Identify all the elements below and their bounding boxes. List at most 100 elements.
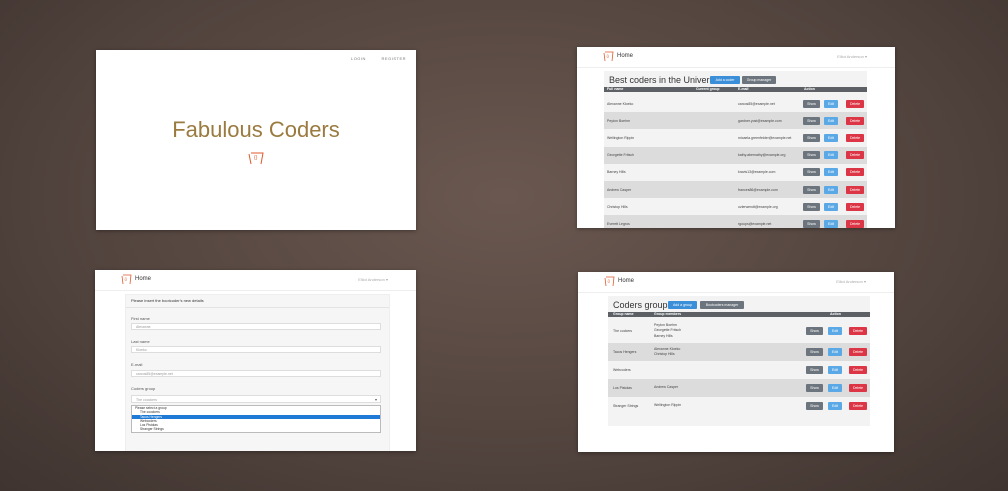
register-link[interactable]: REGISTER [382, 56, 406, 61]
table-row: Georgette Fritsch kathy.abernathy@example… [604, 146, 867, 164]
delete-button[interactable]: Delete [846, 151, 864, 160]
table-row: Webcoders Show Edit Delete [608, 361, 870, 379]
show-button[interactable]: Show [806, 366, 823, 374]
show-button[interactable]: Show [803, 116, 820, 125]
group-member: Christop Hills [654, 352, 675, 356]
group-name: Stranger Strings [613, 404, 639, 408]
home-link[interactable]: Home [618, 278, 634, 284]
login-link[interactable]: LOGIN [351, 56, 366, 61]
table-row: Stranger Strings Wellington Rippin Show Edi… [608, 397, 870, 415]
group-manager-button[interactable]: Group manager [742, 76, 776, 84]
email-label: E-mail [131, 362, 143, 367]
show-button[interactable]: Show [803, 202, 820, 211]
coder-name: Georgette Fritsch [607, 153, 635, 158]
edit-form: Please insert the bootcoder's new detail… [125, 294, 390, 451]
dropdown-option[interactable]: Stranger Strings [132, 427, 380, 431]
coder-name: Christop Hills [607, 204, 628, 209]
table-row: Everett Legros rgoups@example.net Show Edit… [604, 215, 867, 228]
user-menu[interactable]: Elliot Anderson ▾ [358, 277, 388, 282]
group-member: Andrew Casper [654, 385, 679, 390]
delete-button[interactable]: Delete [846, 99, 864, 108]
show-button[interactable]: Show [806, 384, 823, 392]
delete-button[interactable]: Delete [846, 116, 864, 125]
edit-button[interactable]: Edit [824, 151, 838, 160]
edit-button[interactable]: Edit [824, 185, 838, 194]
show-button[interactable]: Show [806, 348, 823, 356]
show-button[interactable]: Show [803, 151, 820, 160]
groups-list-screen: {} Home Elliot Anderson ▾ Coders groups … [578, 272, 894, 452]
delete-button[interactable]: Delete [849, 366, 867, 374]
group-member: Peyton Boehm [654, 323, 677, 328]
delete-button[interactable]: Delete [846, 202, 864, 211]
navbar: {} Home Elliot Anderson ▾ [577, 47, 895, 68]
code-logo-icon[interactable]: {} [604, 276, 615, 287]
show-button[interactable]: Show [803, 185, 820, 194]
svg-text:{}: {} [608, 279, 611, 283]
edit-coder-screen: {} Home Elliot Anderson ▾ Please insert … [95, 270, 416, 451]
add-coder-button[interactable]: Add a coder [710, 76, 740, 84]
svg-text:{}: {} [254, 155, 258, 161]
coder-name: Alexanne Kloeko [607, 101, 634, 106]
edit-button[interactable]: Edit [828, 384, 842, 392]
last-name-field[interactable]: Kloeko [131, 346, 381, 353]
edit-button[interactable]: Edit [828, 348, 842, 356]
svg-text:{}: {} [125, 277, 128, 281]
table-row: Peyton Boehm gardner.yost@example.com Show… [604, 112, 867, 130]
page-title: Coders groups [613, 300, 673, 310]
code-logo-icon[interactable]: {} [121, 274, 132, 285]
edit-button[interactable]: Edit [824, 202, 838, 211]
col-header: E-mail [738, 87, 749, 91]
edit-button[interactable]: Edit [828, 327, 842, 335]
delete-button[interactable]: Delete [846, 168, 864, 177]
col-header: Current group [696, 87, 720, 91]
delete-button[interactable]: Delete [849, 402, 867, 410]
home-link[interactable]: Home [135, 276, 151, 282]
group-member: Barney Hills [654, 333, 673, 338]
table-row: Andrew Casper frances86@example.com Show Ed… [604, 181, 867, 199]
group-dropdown: Please select a group The coockers Tacos H… [131, 405, 381, 433]
show-button[interactable]: Show [803, 99, 820, 108]
home-link[interactable]: Home [617, 53, 633, 59]
coder-email: frances86@example.com [738, 187, 778, 192]
coders-manager-button[interactable]: Bootcoders manager [700, 301, 744, 309]
edit-button[interactable]: Edit [824, 168, 838, 177]
chevron-down-icon: ▾ [374, 397, 377, 402]
email-field[interactable]: carcos85@example.net [131, 370, 381, 377]
coder-email: gardner.yost@example.com [738, 118, 782, 123]
delete-button[interactable]: Delete [846, 133, 864, 142]
edit-button[interactable]: Edit [824, 99, 838, 108]
show-button[interactable]: Show [803, 168, 820, 177]
edit-button[interactable]: Edit [824, 133, 838, 142]
delete-button[interactable]: Delete [849, 384, 867, 392]
hero-title: Fabulous Coders [172, 117, 340, 142]
delete-button[interactable]: Delete [849, 327, 867, 335]
code-logo-icon[interactable]: {} [603, 51, 614, 62]
show-button[interactable]: Show [806, 402, 823, 410]
navbar: {} Home Elliot Anderson ▾ [95, 270, 416, 291]
delete-button[interactable]: Delete [849, 348, 867, 356]
delete-button[interactable]: Delete [846, 219, 864, 228]
show-button[interactable]: Show [803, 133, 820, 142]
svg-text:{}: {} [607, 54, 610, 58]
coder-email: rgoups@example.net [738, 221, 772, 226]
delete-button[interactable]: Delete [846, 185, 864, 194]
table-row: Christop Hills ozlerwendt@example.org Show… [604, 198, 867, 215]
coder-email: ozlerwendt@example.org [738, 204, 778, 209]
add-group-button[interactable]: Add a group [668, 301, 697, 309]
navbar: {} Home Elliot Anderson ▾ [578, 272, 894, 293]
edit-button[interactable]: Edit [824, 116, 838, 125]
groups-card: Coders groups Add a group Bootcoders man… [608, 296, 870, 426]
show-button[interactable]: Show [806, 327, 823, 335]
table-header: Group name Group members Action [608, 312, 870, 317]
group-name: The cockers [613, 329, 633, 333]
show-button[interactable]: Show [803, 219, 820, 228]
col-header: Group name [613, 312, 634, 316]
first-name-field[interactable]: Alexanne [131, 323, 381, 330]
user-menu[interactable]: Elliot Anderson ▾ [837, 54, 867, 59]
last-name-label: Last name [131, 339, 150, 344]
user-menu[interactable]: Elliot Anderson ▾ [836, 279, 866, 284]
group-select[interactable]: The coockers ▾ [131, 395, 381, 403]
edit-button[interactable]: Edit [828, 402, 842, 410]
edit-button[interactable]: Edit [824, 219, 838, 228]
edit-button[interactable]: Edit [828, 366, 842, 374]
